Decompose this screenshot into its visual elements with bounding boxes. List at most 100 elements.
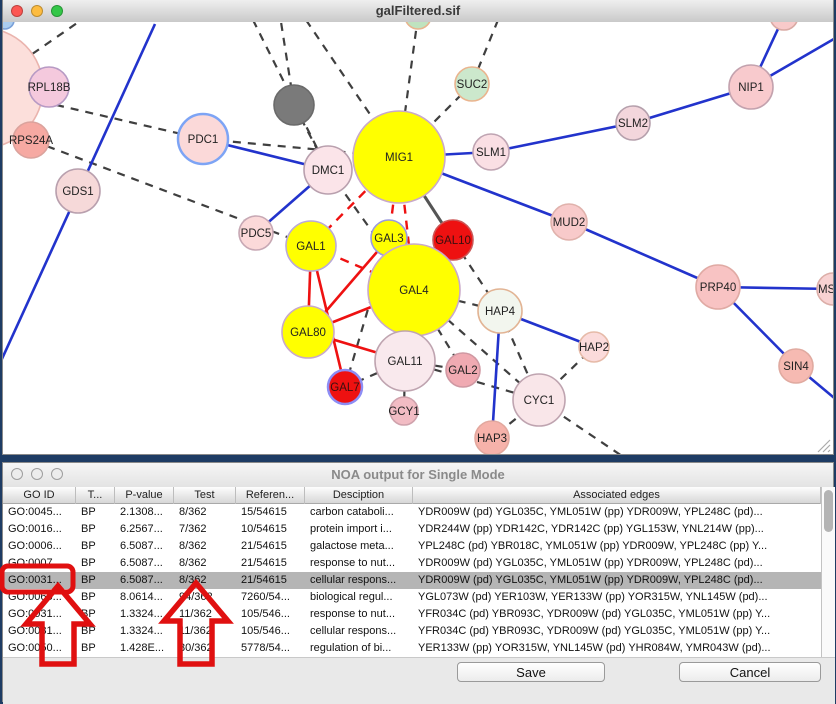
table-cell: regulation of bi... xyxy=(305,640,413,657)
node-gray1[interactable] xyxy=(274,85,314,125)
table-cell: response to nut... xyxy=(305,555,413,572)
table-cell: YPL248C (pd) YBR018C, YML051W (pp) YDR00… xyxy=(413,538,821,555)
save-button[interactable]: Save xyxy=(457,662,605,682)
network-titlebar[interactable]: galFiltered.sif xyxy=(3,0,833,23)
table-cell: biological regul... xyxy=(305,589,413,606)
table-cell: 6.2567... xyxy=(115,521,174,538)
table-cell: cellular respons... xyxy=(305,572,413,589)
table-cell: 5778/54... xyxy=(236,640,305,657)
table-row[interactable]: GO:0045...BP2.1308...8/36215/54615carbon… xyxy=(3,504,821,521)
table-cell: 10/54615 xyxy=(236,521,305,538)
table-header[interactable]: GO IDT...P-valueTestReferen...Desciption… xyxy=(3,487,835,504)
node-green1[interactable] xyxy=(405,22,431,29)
resize-grip-icon[interactable] xyxy=(816,438,831,453)
table-cell: YGL073W (pd) YER103W, YER133W (pp) YOR31… xyxy=(413,589,821,606)
table-cell: GO:0007... xyxy=(3,555,76,572)
column-header-6[interactable]: Associated edges xyxy=(413,487,821,504)
node-label-GAL4: GAL4 xyxy=(399,285,429,297)
node-label-GAL11: GAL11 xyxy=(388,356,423,368)
table-cell: 21/54615 xyxy=(236,538,305,555)
table-cell: BP xyxy=(76,623,115,640)
node-label-MUD2: MUD2 xyxy=(553,217,586,229)
column-header-4[interactable]: Referen... xyxy=(236,487,305,504)
node-label-GAL7: GAL7 xyxy=(330,382,359,394)
table-cell: 11/362 xyxy=(174,623,236,640)
table-cell: BP xyxy=(76,504,115,521)
table-cell: cellular respons... xyxy=(305,623,413,640)
table-cell: 6.5087... xyxy=(115,555,174,572)
table-cell: GO:0031... xyxy=(3,606,76,623)
node-label-GDS1: GDS1 xyxy=(62,186,93,198)
table-cell: 1.428E... xyxy=(115,640,174,657)
column-header-2[interactable]: P-value xyxy=(115,487,174,504)
node-label-DMC1: DMC1 xyxy=(312,165,345,177)
network-window-title: galFiltered.sif xyxy=(3,3,833,18)
table-cell: YDR009W (pd) YGL035C, YML051W (pp) YDR00… xyxy=(413,504,821,521)
column-header-0[interactable]: GO ID xyxy=(3,487,76,504)
table-cell: 94/362 xyxy=(174,589,236,606)
node-label-HAP3: HAP3 xyxy=(477,433,507,445)
column-header-5[interactable]: Desciption xyxy=(305,487,413,504)
table-cell: GO:0045... xyxy=(3,504,76,521)
table-scrollbar[interactable] xyxy=(821,487,835,657)
network-canvas[interactable]: RPL18BRPS24AGDS1PDC1PDC5DMC1MIG1SUC2SLM1… xyxy=(3,22,833,454)
table-row[interactable]: GO:0031...BP6.5087...8/36221/54615cellul… xyxy=(3,572,821,589)
table-cell: 21/54615 xyxy=(236,572,305,589)
table-cell: 2.1308... xyxy=(115,504,174,521)
node-label-PDC5: PDC5 xyxy=(241,228,272,240)
scrollbar-thumb[interactable] xyxy=(824,490,833,532)
node-label-PDC1: PDC1 xyxy=(188,134,219,146)
table-cell: GO:0006... xyxy=(3,538,76,555)
table-cell: BP xyxy=(76,521,115,538)
table-cell: 6.5087... xyxy=(115,538,174,555)
table-cell: BP xyxy=(76,606,115,623)
table-cell: 8/362 xyxy=(174,555,236,572)
table-cell: BP xyxy=(76,640,115,657)
network-edge[interactable] xyxy=(569,222,718,287)
table-cell: 8/362 xyxy=(174,504,236,521)
node-label-RPL18B: RPL18B xyxy=(28,82,71,94)
network-window: galFiltered.sif RPL18B RPS24A GDS1 PDC1 PDC5… xyxy=(2,0,834,455)
node-blueTL[interactable] xyxy=(3,22,14,29)
table-row[interactable]: GO:0007...BP6.5087...8/36221/54615respon… xyxy=(3,555,821,572)
table-cell: GO:0031... xyxy=(3,623,76,640)
table-body: GO:0045...BP2.1308...8/36215/54615carbon… xyxy=(3,504,821,657)
table-row[interactable]: GO:0016...BP6.2567...7/36210/54615protei… xyxy=(3,521,821,538)
table-row[interactable]: GO:0065...BP8.0614...94/3627260/54...bio… xyxy=(3,589,821,606)
node-label-MSL1: MSL1 xyxy=(818,284,833,296)
table-cell: 80/362 xyxy=(174,640,236,657)
table-row[interactable]: GO:0031...BP1.3324...11/362105/546...cel… xyxy=(3,623,821,640)
table-cell: 105/546... xyxy=(236,623,305,640)
column-header-3[interactable]: Test xyxy=(174,487,236,504)
table-row[interactable]: GO:0006...BP6.5087...8/36221/54615galact… xyxy=(3,538,821,555)
table-cell: 8/362 xyxy=(174,538,236,555)
table-cell: BP xyxy=(76,555,115,572)
network-graph: RPL18BRPS24AGDS1PDC1PDC5DMC1MIG1SUC2SLM1… xyxy=(3,22,833,454)
table-cell: GO:0016... xyxy=(3,521,76,538)
table-cell: BP xyxy=(76,538,115,555)
network-edge[interactable] xyxy=(491,123,633,152)
noa-titlebar[interactable]: NOA output for Single Mode xyxy=(3,463,833,488)
node-label-GAL3: GAL3 xyxy=(374,233,403,245)
node-label-GAL1: GAL1 xyxy=(296,241,325,253)
table-cell: 7260/54... xyxy=(236,589,305,606)
node-label-PRP40: PRP40 xyxy=(700,282,736,294)
node-label-GAL80: GAL80 xyxy=(290,327,326,339)
table-cell: YDR244W (pp) YDR142C, YDR142C (pp) YGL15… xyxy=(413,521,821,538)
table-cell: 7/362 xyxy=(174,521,236,538)
node-label-GCY1: GCY1 xyxy=(388,406,419,418)
node-label-SLM1: SLM1 xyxy=(476,147,506,159)
table-cell: YFR034C (pd) YBR093C, YDR009W (pd) YGL03… xyxy=(413,606,821,623)
table-cell: 6.5087... xyxy=(115,572,174,589)
table-row[interactable]: GO:0031...BP1.3324...11/362105/546...res… xyxy=(3,606,821,623)
table-row[interactable]: GO:0050...BP1.428E...80/3625778/54...reg… xyxy=(3,640,821,657)
column-header-1[interactable]: T... xyxy=(76,487,115,504)
cancel-button[interactable]: Cancel xyxy=(679,662,821,682)
table-cell: 11/362 xyxy=(174,606,236,623)
table-cell: YDR009W (pd) YGL035C, YML051W (pp) YDR00… xyxy=(413,572,821,589)
node-pinkTR[interactable] xyxy=(770,22,798,30)
table-cell: 21/54615 xyxy=(236,555,305,572)
table-cell: BP xyxy=(76,589,115,606)
node-label-CYC1: CYC1 xyxy=(524,395,555,407)
node-label-RPS24A: RPS24A xyxy=(9,135,53,147)
